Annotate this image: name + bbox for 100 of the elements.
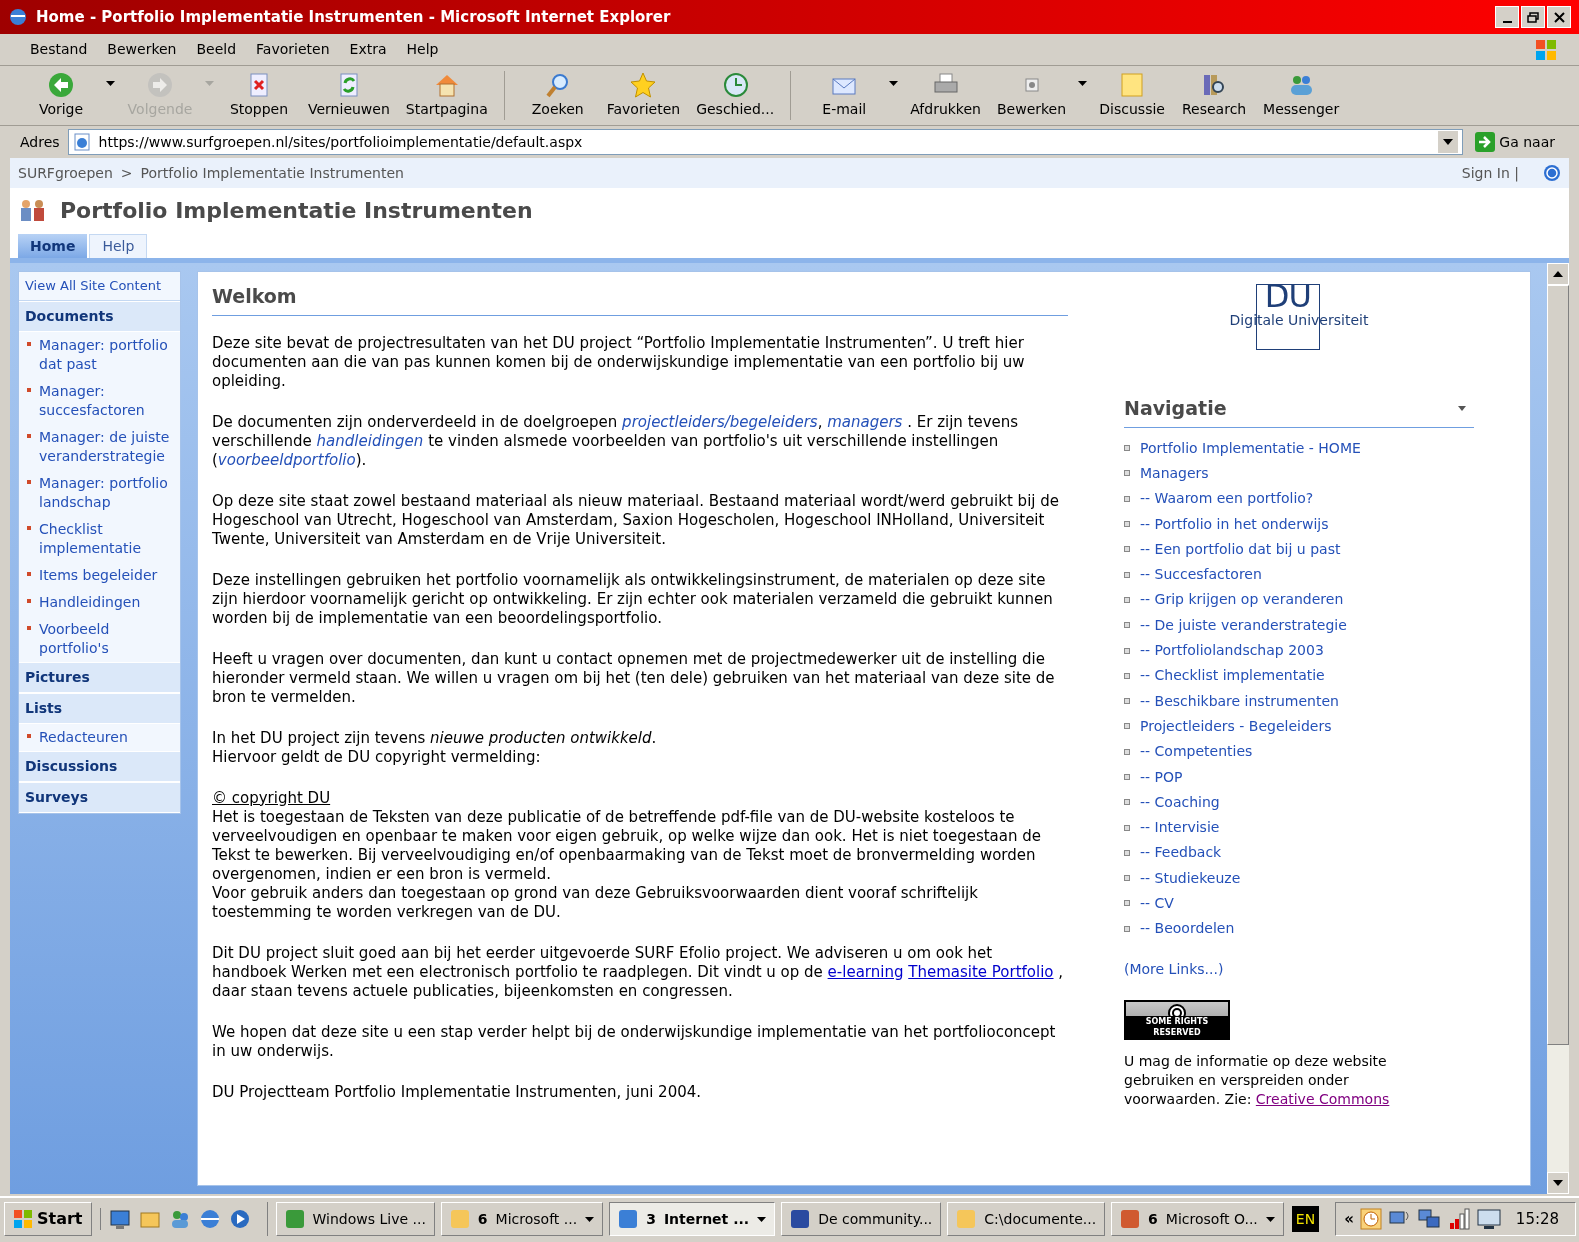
navigation-link[interactable]: -- Een portfolio dat bij u past: [1140, 538, 1341, 560]
navigation-link[interactable]: Voorbeeld portfolio's: [39, 619, 176, 658]
navigation-link[interactable]: Manager: portfolio landschap: [39, 473, 176, 512]
breadcrumb-link[interactable]: Portfolio Implementatie Instrumenten: [140, 162, 404, 184]
link[interactable]: handleidingen: [316, 431, 424, 450]
help-icon[interactable]: [1543, 164, 1561, 182]
link[interactable]: projectleiders/begeleiders: [622, 412, 818, 431]
navigation-link[interactable]: -- Grip krijgen op veranderen: [1140, 589, 1344, 611]
globe-icon[interactable]: [198, 1208, 221, 1230]
scroll-thumb[interactable]: [1547, 285, 1569, 1045]
caret-icon[interactable]: [889, 81, 899, 86]
navigation-link[interactable]: -- Coaching: [1140, 791, 1220, 813]
close-button[interactable]: [1547, 6, 1571, 28]
link[interactable]: managers: [827, 412, 903, 431]
navigation-link[interactable]: -- Competenties: [1140, 741, 1253, 763]
navigation-link[interactable]: -- Succesfactoren: [1140, 564, 1262, 586]
creative-commons-link[interactable]: Creative Commons: [1255, 1091, 1390, 1108]
monitor-icon[interactable]: [1475, 1208, 1502, 1230]
scroll-up-button[interactable]: [1547, 263, 1569, 285]
navigation-header[interactable]: Pictures: [19, 661, 180, 693]
navigation-link[interactable]: -- Intervisie: [1140, 817, 1220, 839]
caret-icon[interactable]: [106, 81, 115, 86]
navigation-link[interactable]: -- Checklist implementatie: [1140, 665, 1325, 687]
menu-item[interactable]: Beeld: [186, 35, 247, 64]
navigation-link[interactable]: -- Waarom een portfolio?: [1140, 488, 1314, 510]
more-links-link[interactable]: (More Links...): [1124, 959, 1224, 981]
caret-icon[interactable]: [1078, 81, 1088, 86]
taskbar-button[interactable]: Windows Live ...: [275, 1202, 435, 1236]
taskbar-button[interactable]: 6 Microsoft O...: [1111, 1202, 1284, 1236]
toolbar-button[interactable]: Stoppen: [218, 71, 300, 120]
navigation-link[interactable]: Items begeleider: [39, 565, 158, 585]
toolbar-button[interactable]: Favorieten: [598, 71, 689, 120]
navigation-link[interactable]: Managers: [1140, 462, 1209, 484]
clock-icon[interactable]: [1359, 1208, 1382, 1230]
toolbar-button[interactable]: Geschied...: [688, 71, 783, 120]
link[interactable]: e-learning: [827, 962, 904, 981]
navigation-link[interactable]: Manager: de juiste veranderstrategie: [39, 427, 176, 466]
taskbar-button[interactable]: C:\documente...: [947, 1202, 1106, 1236]
toolbar-button[interactable]: Bewerken: [988, 71, 1075, 120]
navigation-header[interactable]: Surveys: [19, 781, 180, 813]
scrollbar[interactable]: [1547, 263, 1569, 1194]
media-player-icon[interactable]: [228, 1208, 251, 1230]
navigation-header[interactable]: Discussions: [19, 750, 180, 782]
view-all-content-link[interactable]: View All Site Content: [19, 272, 180, 301]
menu-item[interactable]: Help: [396, 35, 449, 64]
restore-button[interactable]: [1521, 6, 1545, 28]
navigation-link[interactable]: -- CV: [1140, 893, 1174, 914]
start-button[interactable]: Start: [4, 1202, 92, 1236]
navigation-link[interactable]: Manager: portfolio dat past: [39, 335, 176, 374]
navigation-header[interactable]: Documents: [19, 300, 180, 332]
tab[interactable]: Home: [18, 234, 88, 258]
signal-strength-icon[interactable]: [1447, 1208, 1470, 1230]
navigation-link[interactable]: Handleidingen: [39, 592, 141, 612]
link[interactable]: voorbeeldportfolio: [217, 450, 356, 469]
menu-item[interactable]: Extra: [339, 35, 397, 64]
navigation-link[interactable]: -- POP: [1140, 766, 1183, 788]
link[interactable]: Themasite Portfolio: [908, 962, 1054, 981]
menu-item[interactable]: Bewerken: [97, 35, 187, 64]
toolbar-button[interactable]: Afdrukken: [902, 71, 989, 120]
navigation-header[interactable]: Lists: [19, 692, 180, 724]
toolbar-button[interactable]: Research: [1173, 71, 1256, 120]
navigation-link[interactable]: -- Portfoliolandschap 2003: [1140, 640, 1324, 661]
bullet-icon: [1124, 470, 1130, 477]
taskbar-button[interactable]: De community...: [781, 1202, 942, 1236]
toolbar-button[interactable]: E-mail: [803, 71, 886, 120]
url-input[interactable]: https://www.surfgroepen.nl/sites/portfolioimplementatie/default.aspx: [98, 131, 1431, 153]
desktop-icon[interactable]: [108, 1208, 131, 1230]
navigation-link[interactable]: Manager: succesfactoren: [39, 381, 176, 420]
navigation-link[interactable]: Portfolio Implementatie - HOME: [1140, 437, 1361, 459]
navigation-link[interactable]: -- De juiste veranderstrategie: [1140, 614, 1347, 636]
sign-in-link[interactable]: Sign In |: [1461, 162, 1519, 184]
navigation-link[interactable]: Projectleiders - Begeleiders: [1140, 715, 1332, 737]
menu-item[interactable]: Favorieten: [246, 35, 340, 64]
toolbar-button[interactable]: Vernieuwen: [300, 71, 398, 120]
show-hidden-icons-button[interactable]: «: [1344, 1207, 1354, 1231]
toolbar-button[interactable]: Zoeken: [516, 71, 599, 120]
minimize-button[interactable]: [1495, 6, 1519, 28]
toolbar-button[interactable]: Discussie: [1091, 71, 1174, 120]
address-field[interactable]: https://www.surfgroepen.nl/sites/portfolioimplementatie/default.aspx: [67, 129, 1464, 155]
go-button[interactable]: Ga naar: [1471, 129, 1559, 155]
toolbar-button[interactable]: Startpagina: [397, 71, 496, 120]
menu-item[interactable]: Bestand: [20, 35, 98, 64]
taskbar-button[interactable]: 6 Microsoft ...: [440, 1202, 604, 1236]
breadcrumb-link[interactable]: SURFgroepen: [18, 162, 113, 184]
tab[interactable]: Help: [89, 234, 148, 258]
toolbar-button[interactable]: Messenger: [1255, 71, 1348, 120]
dropdown-arrow-icon[interactable]: [1458, 405, 1466, 411]
navigation-link[interactable]: -- Portfolio in het onderwijs: [1140, 513, 1329, 535]
navigation-link[interactable]: -- Feedback: [1140, 842, 1222, 864]
navigation-link[interactable]: Redacteuren: [39, 727, 128, 747]
scroll-down-button[interactable]: [1547, 1172, 1569, 1194]
navigation-link[interactable]: -- Beschikbare instrumenten: [1140, 690, 1339, 712]
language-indicator[interactable]: EN: [1291, 1206, 1320, 1232]
navigation-link[interactable]: Checklist implementatie: [39, 519, 176, 558]
bullet-icon: [27, 525, 31, 530]
navigation-link[interactable]: -- Studiekeuze: [1140, 867, 1241, 889]
taskbar-button[interactable]: 3 Internet ...: [609, 1202, 776, 1236]
network-icon[interactable]: [1417, 1208, 1442, 1230]
navigation-link[interactable]: -- Beoordelen: [1140, 918, 1235, 940]
toolbar-button[interactable]: Vorige: [20, 71, 102, 120]
